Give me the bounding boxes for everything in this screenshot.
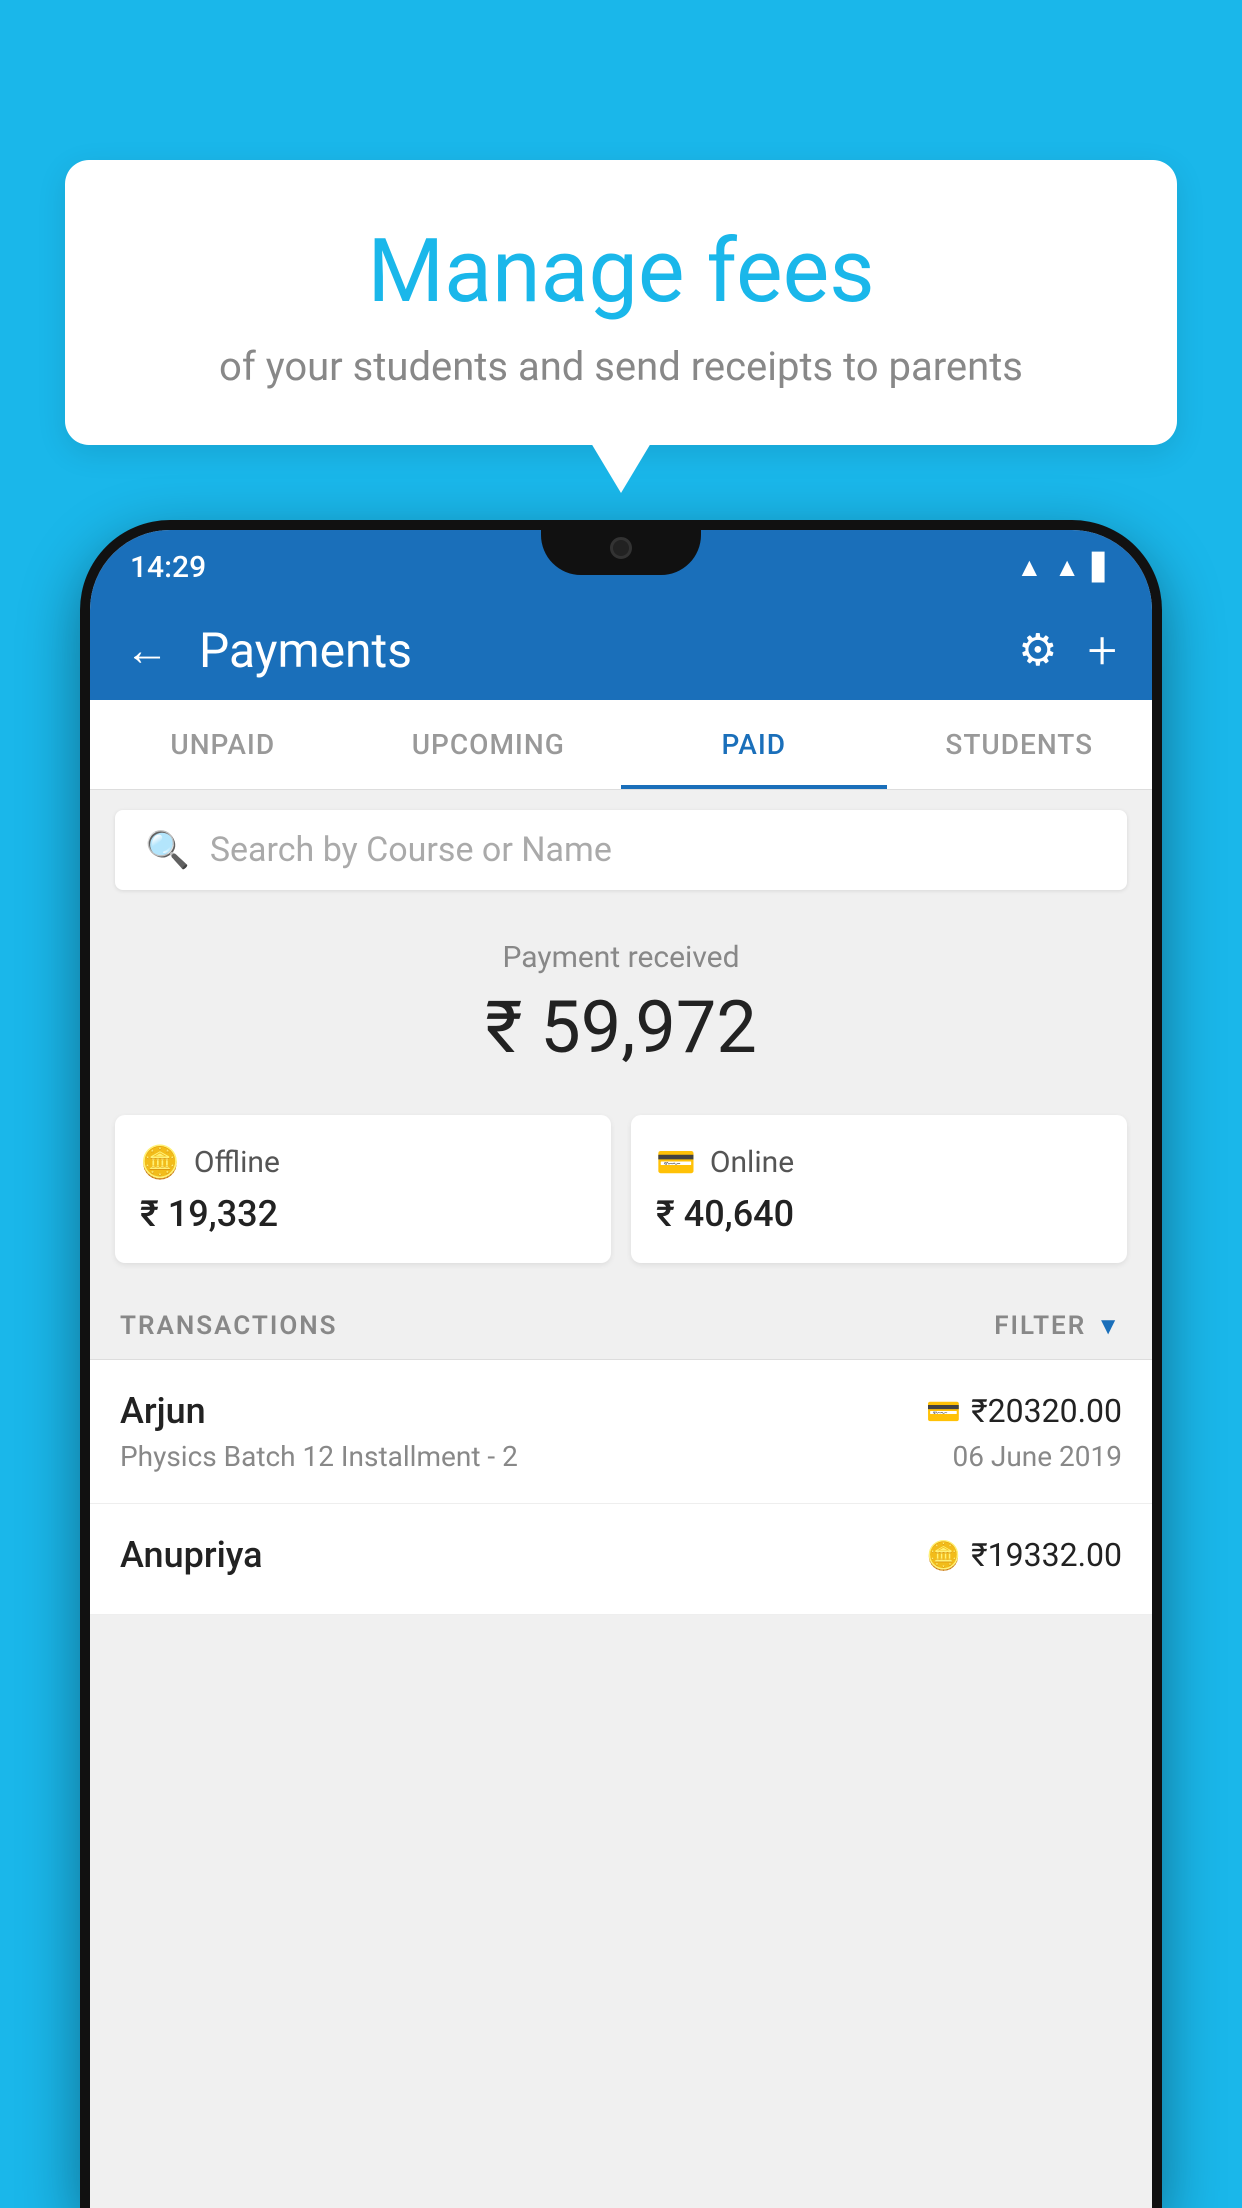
filter-button[interactable]: FILTER ▼ xyxy=(994,1311,1122,1341)
filter-icon: ▼ xyxy=(1096,1312,1122,1341)
tab-paid[interactable]: PAID xyxy=(621,700,887,789)
transaction-top-row: Anupriya 🪙 ₹19332.00 xyxy=(120,1534,1122,1576)
offline-card-header: 🪙 Offline xyxy=(140,1143,586,1181)
back-button[interactable]: ← xyxy=(125,624,169,676)
transaction-top-row: Arjun 💳 ₹20320.00 xyxy=(120,1390,1122,1432)
transaction-row[interactable]: Anupriya 🪙 ₹19332.00 xyxy=(90,1504,1152,1615)
transaction-date: 06 June 2019 xyxy=(952,1440,1122,1473)
add-button[interactable]: + xyxy=(1088,620,1117,681)
payment-type-icon: 💳 xyxy=(926,1395,961,1428)
online-card: 💳 Online ₹ 40,640 xyxy=(631,1115,1127,1263)
bubble-subtitle: of your students and send receipts to pa… xyxy=(135,343,1107,390)
tab-students[interactable]: STUDENTS xyxy=(887,700,1153,789)
search-box[interactable]: 🔍 Search by Course or Name xyxy=(115,810,1127,890)
transaction-course: Physics Batch 12 Installment - 2 xyxy=(120,1440,518,1473)
transactions-header: TRANSACTIONS FILTER ▼ xyxy=(90,1293,1152,1360)
status-time: 14:29 xyxy=(130,550,206,585)
online-label: Online xyxy=(710,1145,794,1180)
phone-screen: 14:29 ▲ ▲ ▋ ← Payments ⚙ + UNPAID UPCOMI… xyxy=(90,530,1152,2208)
amount-value: ₹20320.00 xyxy=(971,1392,1122,1430)
status-icons: ▲ ▲ ▋ xyxy=(1017,552,1112,583)
payment-type-icon: 🪙 xyxy=(926,1539,961,1572)
phone-notch xyxy=(541,520,701,575)
transaction-name: Anupriya xyxy=(120,1534,263,1576)
transaction-row[interactable]: Arjun 💳 ₹20320.00 Physics Batch 12 Insta… xyxy=(90,1360,1152,1504)
online-icon: 💳 xyxy=(656,1143,696,1181)
amount-value: ₹19332.00 xyxy=(971,1536,1122,1574)
signal-icon: ▲ xyxy=(1054,552,1080,583)
battery-icon: ▋ xyxy=(1092,553,1112,583)
transactions-label: TRANSACTIONS xyxy=(120,1311,338,1341)
speech-bubble: Manage fees of your students and send re… xyxy=(65,160,1177,445)
transaction-amount: 🪙 ₹19332.00 xyxy=(926,1536,1122,1574)
tab-upcoming[interactable]: UPCOMING xyxy=(356,700,622,789)
offline-label: Offline xyxy=(194,1145,280,1180)
tab-unpaid[interactable]: UNPAID xyxy=(90,700,356,789)
payment-received-amount: ₹ 59,972 xyxy=(115,985,1127,1070)
offline-amount: ₹ 19,332 xyxy=(140,1193,586,1235)
payment-received-label: Payment received xyxy=(115,940,1127,975)
app-header: ← Payments ⚙ + xyxy=(90,600,1152,700)
tab-bar: UNPAID UPCOMING PAID STUDENTS xyxy=(90,700,1152,790)
payment-cards: 🪙 Offline ₹ 19,332 💳 Online ₹ 40,640 xyxy=(90,1115,1152,1293)
header-title: Payments xyxy=(199,622,988,679)
offline-card: 🪙 Offline ₹ 19,332 xyxy=(115,1115,611,1263)
bubble-title: Manage fees xyxy=(135,220,1107,323)
payment-received-section: Payment received ₹ 59,972 xyxy=(90,910,1152,1115)
filter-label: FILTER xyxy=(994,1311,1086,1341)
transaction-bottom-row: Physics Batch 12 Installment - 2 06 June… xyxy=(120,1440,1122,1473)
camera-dot xyxy=(610,537,632,559)
transaction-name: Arjun xyxy=(120,1390,206,1432)
online-card-header: 💳 Online xyxy=(656,1143,1102,1181)
phone-frame: 14:29 ▲ ▲ ▋ ← Payments ⚙ + UNPAID UPCOMI… xyxy=(80,520,1162,2208)
settings-icon[interactable]: ⚙ xyxy=(1018,624,1057,676)
search-container: 🔍 Search by Course or Name xyxy=(90,790,1152,910)
wifi-icon: ▲ xyxy=(1017,552,1043,583)
search-icon: 🔍 xyxy=(145,829,190,871)
online-amount: ₹ 40,640 xyxy=(656,1193,1102,1235)
search-input[interactable]: Search by Course or Name xyxy=(210,830,612,870)
offline-icon: 🪙 xyxy=(140,1143,180,1181)
transaction-amount: 💳 ₹20320.00 xyxy=(926,1392,1122,1430)
